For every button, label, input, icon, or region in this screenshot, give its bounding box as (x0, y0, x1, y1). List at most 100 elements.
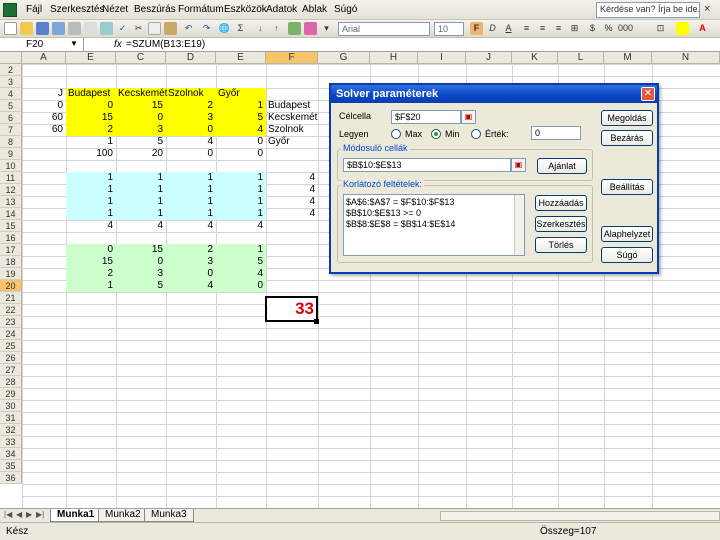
edit-button[interactable]: Szerkesztés (535, 216, 587, 232)
row-header[interactable]: 29 (0, 388, 22, 400)
col-header[interactable]: E (216, 52, 266, 64)
row-header[interactable]: 7 (0, 124, 22, 136)
cell-value[interactable]: 2 (66, 268, 116, 280)
close-button[interactable]: Bezárás (601, 130, 653, 146)
cell-value[interactable]: 0 (216, 148, 266, 160)
col-header[interactable]: K (512, 52, 558, 64)
select-all-corner[interactable] (0, 52, 22, 64)
cell-value[interactable]: 0 (22, 100, 66, 112)
row-header[interactable]: 27 (0, 364, 22, 376)
cell-value[interactable]: 15 (116, 100, 166, 112)
cell-value[interactable]: 1 (116, 208, 166, 220)
fill-color-icon[interactable] (676, 22, 689, 35)
cell-value[interactable]: 3 (116, 124, 166, 136)
cell-value[interactable]: 5 (216, 112, 266, 124)
row-header[interactable]: 17 (0, 244, 22, 256)
cell-value[interactable]: 4 (216, 268, 266, 280)
cell-value[interactable]: 1 (216, 208, 266, 220)
cell-header[interactable]: Győr (218, 88, 268, 100)
zoom-icon[interactable]: ▾ (320, 22, 333, 35)
sheet-tab-munka1[interactable]: Munka1 (50, 509, 102, 522)
cell-value[interactable]: 1 (116, 172, 166, 184)
row-header[interactable]: 12 (0, 184, 22, 196)
paste-icon[interactable] (164, 22, 177, 35)
col-header[interactable]: G (318, 52, 370, 64)
cell-value[interactable]: 4 (266, 184, 318, 196)
open-icon[interactable] (20, 22, 33, 35)
add-button[interactable]: Hozzáadás (535, 195, 587, 211)
align-right-icon[interactable]: ≡ (552, 22, 565, 35)
cell-value[interactable]: 0 (166, 148, 216, 160)
hyperlink-icon[interactable]: 🌐 (218, 22, 231, 35)
cell-value[interactable]: 1 (66, 208, 116, 220)
row-header[interactable]: 16 (0, 232, 22, 244)
next-sheet-icon[interactable]: ▶ (26, 510, 32, 519)
row-header[interactable]: 21 (0, 292, 22, 304)
constraint-item[interactable]: $A$6:$A$7 = $F$10:$F$13 (346, 197, 454, 207)
align-center-icon[interactable]: ≡ (536, 22, 549, 35)
cell-header[interactable]: Kecskemét (118, 88, 168, 100)
font-color-icon[interactable]: A (696, 22, 709, 35)
sort-desc-icon[interactable]: ↑ (270, 22, 283, 35)
col-header[interactable]: E (66, 52, 116, 64)
row-header[interactable]: 9 (0, 148, 22, 160)
cell-value[interactable]: 15 (66, 256, 116, 268)
last-sheet-icon[interactable]: ▶| (36, 510, 44, 519)
row-header[interactable]: 15 (0, 220, 22, 232)
cell-value[interactable]: 100 (66, 148, 116, 160)
merge-icon[interactable]: ⊞ (568, 22, 581, 35)
cell-value[interactable]: 1 (66, 184, 116, 196)
first-sheet-icon[interactable]: |◀ (4, 510, 12, 519)
dialog-title[interactable]: Solver paraméterek (331, 85, 657, 103)
row-header[interactable]: 20 (0, 280, 22, 292)
cell-value[interactable]: 4 (216, 124, 266, 136)
changing-cells-input[interactable]: $B$10:$E$13 (343, 158, 511, 172)
help-button[interactable]: Súgó (601, 247, 653, 263)
cut-icon[interactable]: ✂ (132, 22, 145, 35)
cell-value[interactable]: 3 (166, 256, 216, 268)
help-search-input[interactable]: Kérdése van? Írja be ide. (596, 2, 700, 18)
cell-value[interactable]: 15 (116, 244, 166, 256)
cell-value[interactable]: 1 (66, 136, 116, 148)
save-icon[interactable] (36, 22, 49, 35)
borders-icon[interactable]: ⊡ (654, 22, 667, 35)
close-doc-icon[interactable]: × (704, 3, 710, 15)
cell-value[interactable]: 4 (116, 220, 166, 232)
options-button[interactable]: Beállítás (601, 179, 653, 195)
cell-value[interactable]: 0 (116, 112, 166, 124)
result-cell-f20[interactable]: 33 (265, 296, 318, 322)
list-scrollbar[interactable] (514, 195, 524, 255)
fx-icon[interactable]: fx (114, 38, 122, 52)
cell-value[interactable]: 1 (66, 280, 116, 292)
menu-file[interactable]: Fájl (26, 4, 42, 15)
cell-value[interactable]: 20 (116, 148, 166, 160)
sort-asc-icon[interactable]: ↓ (254, 22, 267, 35)
cell-value[interactable]: 0 (66, 244, 116, 256)
cell-value[interactable]: 60 (22, 112, 66, 124)
col-header[interactable]: H (370, 52, 418, 64)
cell-value[interactable]: 1 (216, 244, 266, 256)
col-header[interactable]: M (604, 52, 652, 64)
row-header[interactable]: 19 (0, 268, 22, 280)
radio-max[interactable] (391, 129, 401, 139)
thousands-icon[interactable]: 000 (618, 22, 633, 35)
row-header[interactable]: 26 (0, 352, 22, 364)
col-header[interactable]: J (466, 52, 512, 64)
collapse-dialog-icon[interactable]: ▣ (461, 110, 476, 124)
cell-value[interactable]: 2 (166, 100, 216, 112)
cell-header[interactable]: Szolnok (168, 88, 218, 100)
cell-value[interactable]: 4 (266, 208, 318, 220)
guess-button[interactable]: Ajánlat (537, 158, 587, 174)
bold-icon[interactable]: F (470, 22, 483, 35)
cell-value[interactable]: 1 (116, 196, 166, 208)
cell-value[interactable]: 15 (66, 112, 116, 124)
row-header[interactable]: 4 (0, 88, 22, 100)
menu-help[interactable]: Súgó (334, 4, 357, 15)
reset-button[interactable]: Alaphelyzet (601, 226, 653, 242)
menu-format[interactable]: Formátum (178, 4, 224, 15)
redo-icon[interactable]: ↷ (200, 22, 213, 35)
cell-value[interactable]: 1 (116, 184, 166, 196)
cell-label[interactable]: Szolnok (268, 124, 328, 136)
row-header[interactable]: 32 (0, 424, 22, 436)
radio-min[interactable] (431, 129, 441, 139)
